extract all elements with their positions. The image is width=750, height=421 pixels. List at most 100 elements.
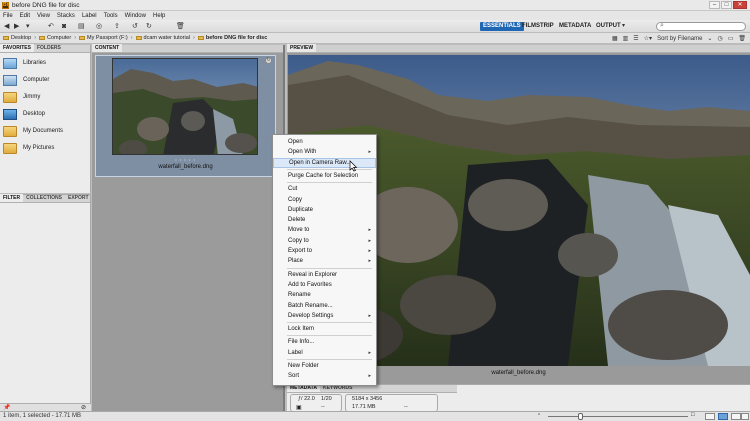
search-input[interactable]: ⌕ xyxy=(656,22,746,31)
workspace-metadata[interactable]: METADATA xyxy=(556,22,594,31)
trash-icon[interactable]: 🗑 xyxy=(176,22,185,31)
menu-separator xyxy=(287,359,372,360)
submenu-arrow-icon: ▸ xyxy=(368,373,371,380)
favorite-jimmy[interactable]: Jimmy xyxy=(3,91,40,103)
thumbnail-cell[interactable]: ↻ • • • • • waterfall_before.dng xyxy=(95,55,276,177)
menu-tools[interactable]: Tools xyxy=(104,13,118,19)
clear-filter-icon[interactable]: ⊘ xyxy=(81,404,86,411)
menu-item-file-info[interactable]: File Info... xyxy=(273,337,376,347)
menu-item-batch-rename[interactable]: Batch Rename... xyxy=(273,301,376,311)
menu-item-label: Open With xyxy=(288,149,317,156)
menu-item-copy[interactable]: Copy xyxy=(273,195,376,205)
slider-thumb[interactable] xyxy=(578,413,583,420)
output-icon[interactable]: ⇪ xyxy=(114,22,120,31)
new-folder-icon[interactable]: ▭ xyxy=(728,35,734,42)
menu-item-label: Copy to xyxy=(288,237,309,244)
menu-item-new-folder[interactable]: New Folder xyxy=(273,361,376,371)
menu-edit[interactable]: Edit xyxy=(20,13,30,19)
menu-item-export-to[interactable]: Export to ▸ xyxy=(273,246,376,256)
thumbnail-size-slider[interactable] xyxy=(548,416,688,417)
camera-icon[interactable]: ◙ xyxy=(62,22,66,31)
workspace-filmstrip[interactable]: FILMSTRIP xyxy=(519,22,557,31)
menu-item-move-to[interactable]: Move to ▸ xyxy=(273,225,376,235)
menu-view[interactable]: View xyxy=(37,13,50,19)
workspace-essentials[interactable]: ESSENTIALS xyxy=(480,22,524,31)
tab-filter[interactable]: FILTER xyxy=(0,194,24,202)
workspace-menu-icon[interactable]: ▾ xyxy=(622,22,625,31)
rotate-right-icon[interactable]: ↻ xyxy=(146,22,152,31)
thumbnail-filename[interactable]: waterfall_before.dng xyxy=(96,164,275,170)
zoom-in-icon[interactable]: □ xyxy=(691,412,695,418)
tab-export[interactable]: EXPORT xyxy=(65,194,92,202)
sort-direction-icon[interactable]: ⌄ xyxy=(707,35,712,42)
favorite-my-pictures[interactable]: My Pictures xyxy=(3,142,54,154)
breadcrumb-drive[interactable]: My Passport (F:) xyxy=(79,35,128,41)
minimize-button[interactable]: – xyxy=(709,1,720,9)
menu-item-add-to-favorites[interactable]: Add to Favorites xyxy=(273,280,376,290)
menu-file[interactable]: File xyxy=(3,13,13,19)
file-data-box: 5184 x 3456 17.71 MB -- xyxy=(345,394,438,412)
refine-icon[interactable]: ▤ xyxy=(78,22,85,31)
menu-window[interactable]: Window xyxy=(125,13,146,19)
tab-preview[interactable]: PREVIEW xyxy=(287,44,317,52)
tab-content[interactable]: CONTENT xyxy=(92,44,123,52)
menu-item-develop-settings[interactable]: Develop Settings ▸ xyxy=(273,311,376,321)
pin-icon[interactable]: 📌 xyxy=(3,404,10,411)
rotate-icon[interactable]: ↻ xyxy=(265,57,272,64)
menu-label[interactable]: Label xyxy=(82,13,97,19)
rating-dots[interactable]: • • • • • xyxy=(96,157,275,162)
thumbnail-image[interactable] xyxy=(112,58,258,155)
details-view-icon[interactable] xyxy=(731,413,741,420)
quality-icon[interactable]: ▦ xyxy=(612,35,618,42)
menu-item-lock-item[interactable]: Lock Item xyxy=(273,324,376,334)
rotate-left-icon[interactable]: ↺ xyxy=(132,22,138,31)
menu-item-delete[interactable]: Delete xyxy=(273,215,376,225)
favorite-computer[interactable]: Computer xyxy=(3,74,49,86)
star-filter-icon[interactable]: ☆▾ xyxy=(644,35,652,42)
breadcrumb-computer[interactable]: Computer xyxy=(39,35,71,41)
tab-collections[interactable]: COLLECTIONS xyxy=(23,194,65,202)
favorite-desktop[interactable]: Desktop xyxy=(3,108,45,120)
tab-folders[interactable]: FOLDERS xyxy=(34,44,64,52)
menu-item-cut[interactable]: Cut xyxy=(273,184,376,194)
grid-lock-icon[interactable] xyxy=(705,413,715,420)
menu-help[interactable]: Help xyxy=(153,13,165,19)
menu-item-rename[interactable]: Rename xyxy=(273,290,376,300)
thumbnail-view-icon[interactable] xyxy=(718,413,728,420)
menu-stacks[interactable]: Stacks xyxy=(57,13,75,19)
workspace-output[interactable]: OUTPUT xyxy=(593,22,624,31)
list-view-icon[interactable] xyxy=(741,413,749,420)
delete-icon[interactable]: 🗑 xyxy=(738,35,746,42)
drive-icon xyxy=(79,36,86,40)
breadcrumb-desktop[interactable]: Desktop xyxy=(3,35,31,41)
favorite-my-documents[interactable]: My Documents xyxy=(3,125,63,137)
boomerang-icon[interactable]: ↶ xyxy=(48,22,54,31)
open-camera-raw-icon[interactable]: ◎ xyxy=(96,22,102,31)
sort-dropdown[interactable]: Sort by Filename xyxy=(657,36,702,42)
menu-item-open-with[interactable]: Open With ▸ xyxy=(273,147,376,157)
zoom-out-icon[interactable]: ▫ xyxy=(538,412,540,418)
breadcrumb-tutorial-folder[interactable]: dcam water tutorial xyxy=(135,35,190,41)
breadcrumb-label: Desktop xyxy=(11,35,32,41)
grid-view-icon[interactable]: ▥ xyxy=(623,35,629,42)
preview-tabs: PREVIEW xyxy=(287,44,750,53)
menu-item-open-in-camera-raw[interactable]: Open in Camera Raw... xyxy=(273,157,376,168)
back-icon[interactable]: ◀ xyxy=(4,22,9,31)
breadcrumb-current-folder[interactable]: before DNG file for disc xyxy=(197,35,267,41)
menu-item-place[interactable]: Place ▸ xyxy=(273,256,376,266)
maximize-button[interactable]: □ xyxy=(721,1,732,9)
close-button[interactable]: ✕ xyxy=(733,1,747,9)
menu-item-sort[interactable]: Sort ▸ xyxy=(273,371,376,381)
menu-item-purge-cache-for-selection[interactable]: Purge Cache for Selection xyxy=(273,171,376,181)
menu-item-copy-to[interactable]: Copy to ▸ xyxy=(273,236,376,246)
favorite-libraries[interactable]: Libraries xyxy=(3,57,46,69)
menu-item-reveal-in-explorer[interactable]: Reveal in Explorer xyxy=(273,270,376,280)
list-view-icon[interactable]: ☰ xyxy=(633,35,638,42)
menu-item-label[interactable]: Label ▸ xyxy=(273,348,376,358)
forward-icon[interactable]: ▶ xyxy=(14,22,19,31)
recent-icon[interactable]: ◷ xyxy=(717,35,722,42)
menu-item-open[interactable]: Open xyxy=(273,137,376,147)
history-icon[interactable]: ▾ xyxy=(26,22,30,31)
menu-item-duplicate[interactable]: Duplicate xyxy=(273,205,376,215)
tab-favorites[interactable]: FAVORITES xyxy=(0,44,34,52)
